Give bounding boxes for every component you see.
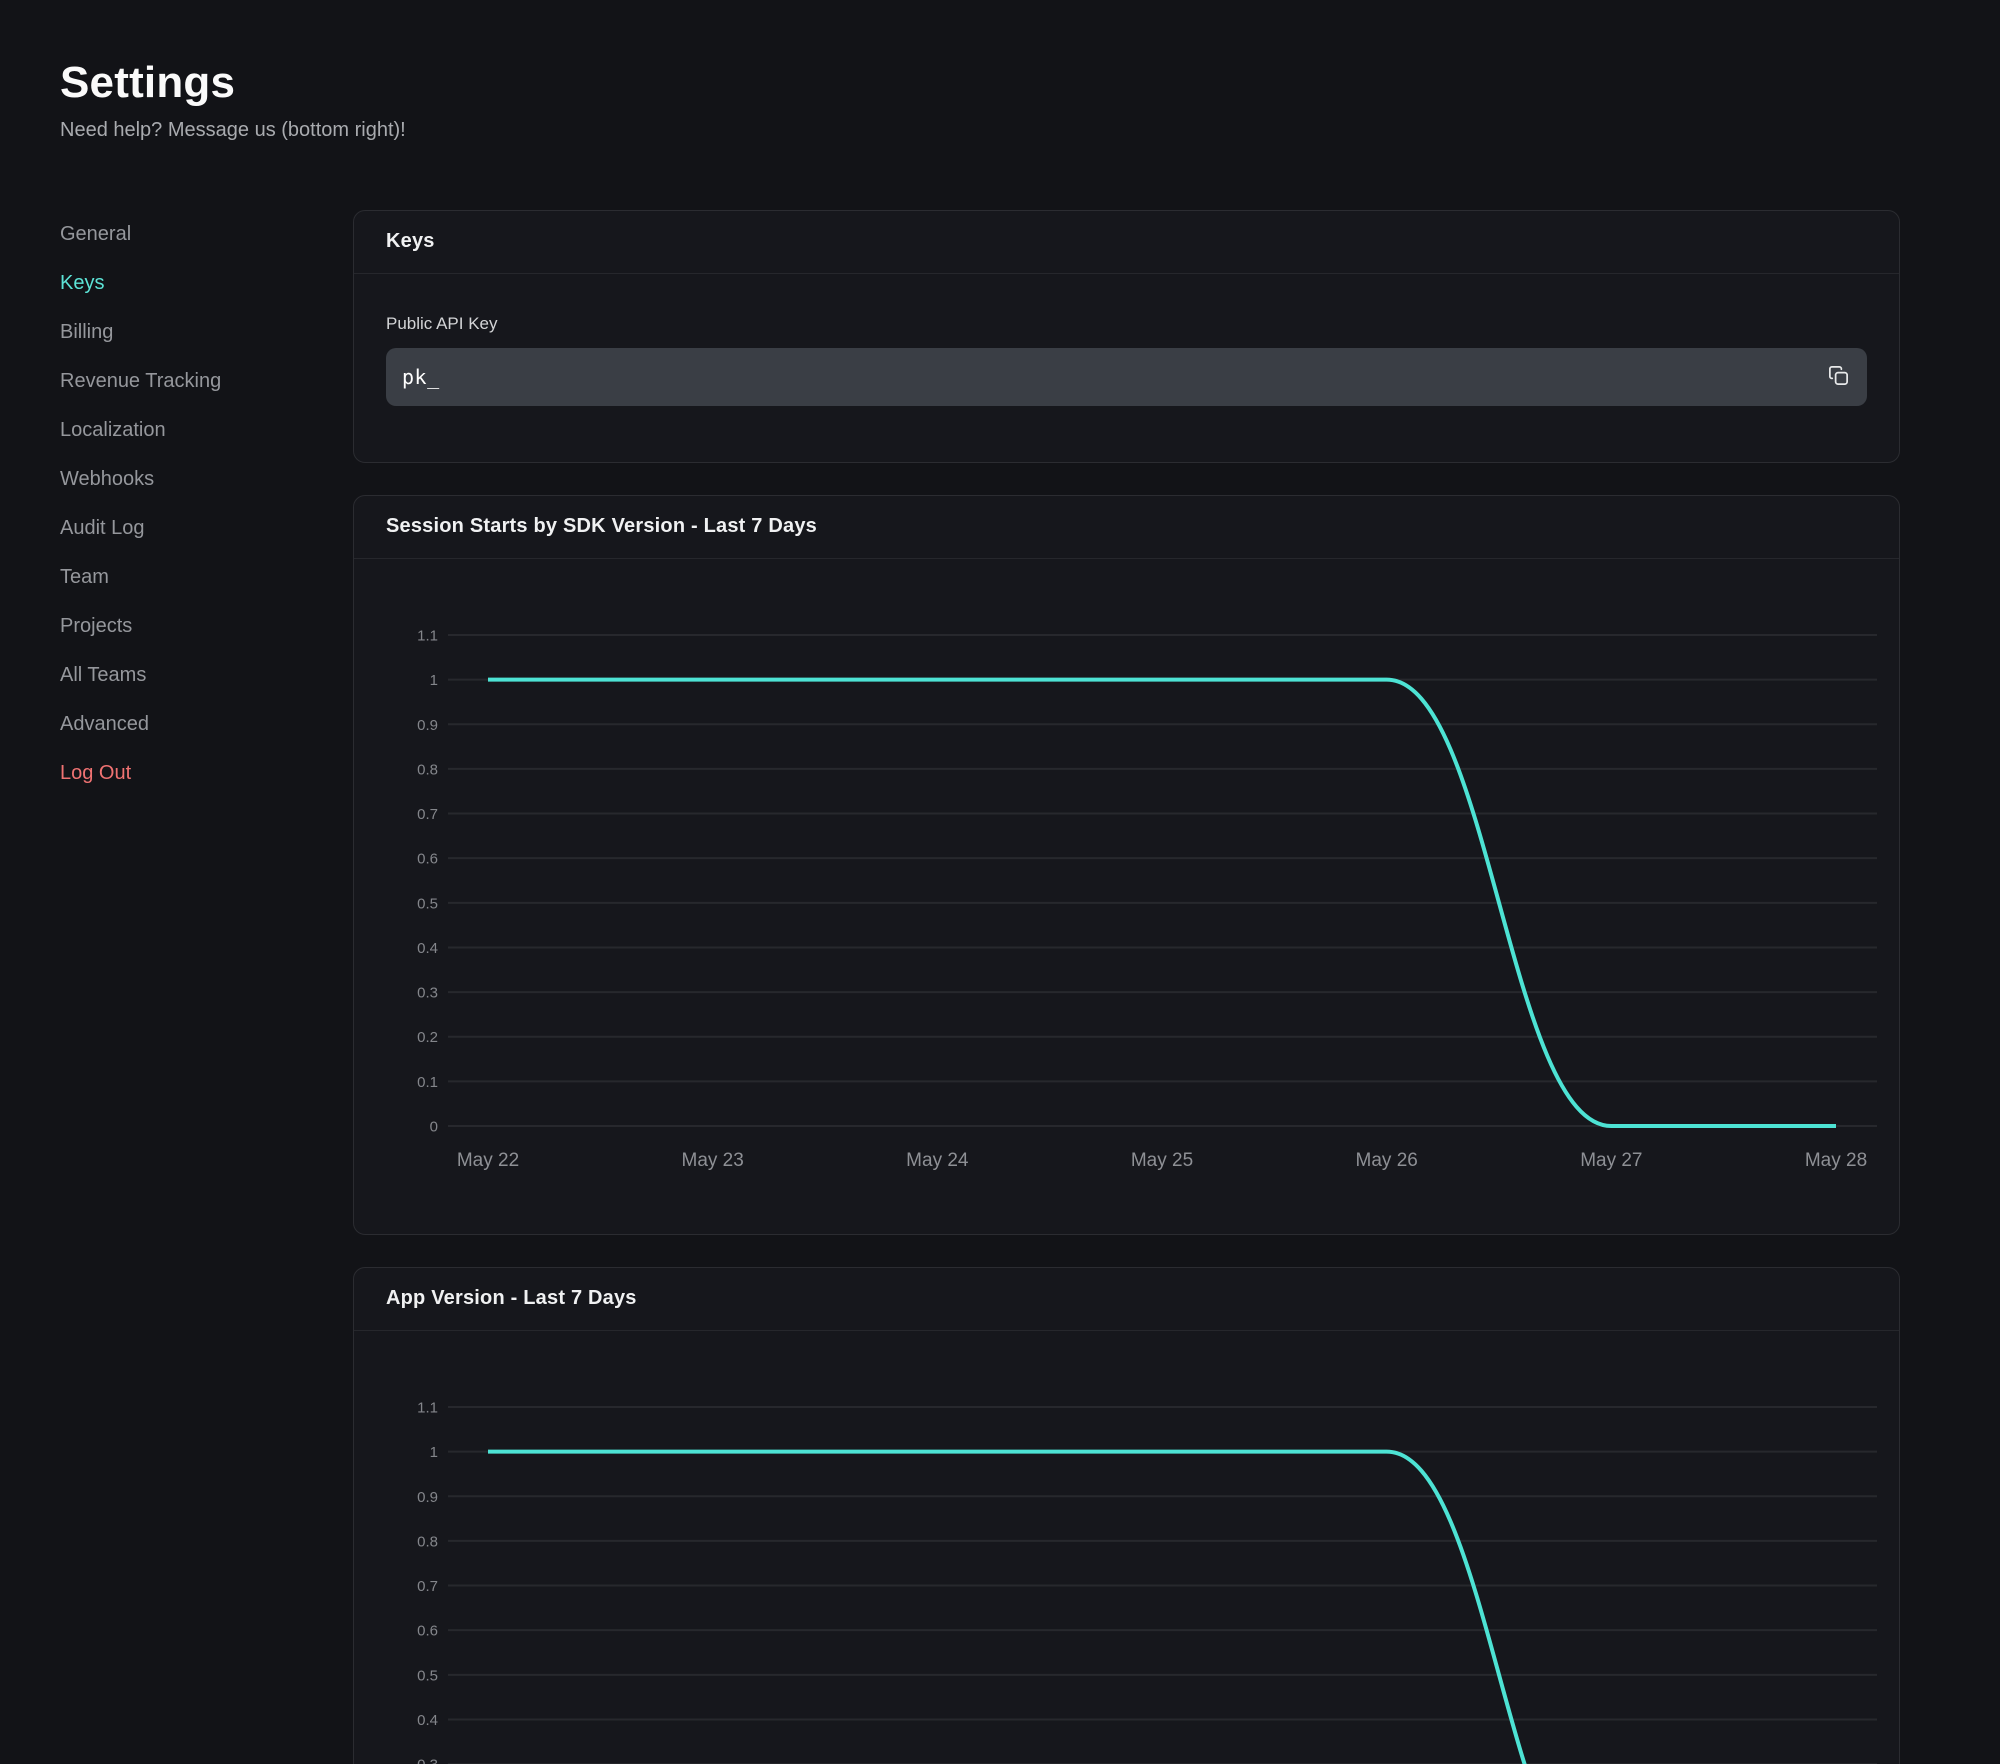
session-starts-line-chart: 0 0.1 0.2 0.3 0.4 0.5 0.6 0.7 0.8 0.9 1 1.1 May 22 Ma… bbox=[354, 559, 1900, 1235]
sidebar-item-billing[interactable]: Billing bbox=[60, 308, 353, 357]
svg-text:0.4: 0.4 bbox=[417, 940, 438, 957]
svg-text:0.3: 0.3 bbox=[417, 1756, 438, 1764]
session-starts-chart-card: Session Starts by SDK Version - Last 7 D… bbox=[353, 495, 1900, 1235]
svg-text:0.4: 0.4 bbox=[417, 1712, 438, 1729]
public-api-key-label: Public API Key bbox=[386, 314, 1867, 334]
svg-text:0.2: 0.2 bbox=[417, 1029, 438, 1046]
sidebar-item-general[interactable]: General bbox=[60, 210, 353, 259]
svg-text:0.1: 0.1 bbox=[417, 1073, 438, 1090]
svg-text:0.8: 0.8 bbox=[417, 761, 438, 778]
sidebar-item-projects[interactable]: Projects bbox=[60, 602, 353, 651]
svg-text:0.5: 0.5 bbox=[417, 1667, 438, 1684]
svg-text:0.6: 0.6 bbox=[417, 850, 438, 867]
settings-main: Keys Public API Key pk_ bbox=[353, 210, 1900, 1764]
sidebar-item-log-out[interactable]: Log Out bbox=[60, 749, 353, 798]
page-subtitle: Need help? Message us (bottom right)! bbox=[60, 119, 2000, 142]
svg-text:0.6: 0.6 bbox=[417, 1622, 438, 1639]
app-version-chart-body: 00.10.20.30.40.50.60.70.80.911.1May 22Ma… bbox=[354, 1331, 1899, 1764]
sidebar-item-revenue-tracking[interactable]: Revenue Tracking bbox=[60, 357, 353, 406]
session-starts-chart-header: Session Starts by SDK Version - Last 7 D… bbox=[354, 496, 1899, 559]
svg-text:1: 1 bbox=[430, 672, 438, 689]
svg-text:1.1: 1.1 bbox=[417, 1399, 438, 1416]
sidebar-item-all-teams[interactable]: All Teams bbox=[60, 651, 353, 700]
sidebar-item-keys[interactable]: Keys bbox=[60, 259, 353, 308]
sidebar-item-webhooks[interactable]: Webhooks bbox=[60, 455, 353, 504]
content-layout: General Keys Billing Revenue Tracking Lo… bbox=[0, 210, 2000, 1764]
sidebar-item-localization[interactable]: Localization bbox=[60, 406, 353, 455]
svg-text:0.5: 0.5 bbox=[417, 895, 438, 912]
keys-card-title: Keys bbox=[386, 230, 435, 253]
svg-text:1: 1 bbox=[430, 1444, 438, 1461]
public-api-key-field[interactable]: pk_ bbox=[386, 348, 1867, 406]
keys-card: Keys Public API Key pk_ bbox=[353, 210, 1900, 463]
svg-text:May 26: May 26 bbox=[1356, 1150, 1418, 1171]
svg-text:May 22: May 22 bbox=[457, 1150, 519, 1171]
keys-card-header: Keys bbox=[354, 211, 1899, 274]
svg-text:0.9: 0.9 bbox=[417, 716, 438, 733]
svg-text:May 27: May 27 bbox=[1580, 1150, 1642, 1171]
svg-text:0: 0 bbox=[430, 1118, 438, 1135]
sidebar-item-advanced[interactable]: Advanced bbox=[60, 700, 353, 749]
svg-text:1.1: 1.1 bbox=[417, 627, 438, 644]
svg-text:May 28: May 28 bbox=[1805, 1150, 1867, 1171]
public-api-key-value: pk_ bbox=[386, 365, 440, 389]
sidebar-item-team[interactable]: Team bbox=[60, 553, 353, 602]
session-starts-chart-body: 0 0.1 0.2 0.3 0.4 0.5 0.6 0.7 0.8 0.9 1 1.1 May 22 Ma… bbox=[354, 559, 1899, 1235]
app-version-chart-header: App Version - Last 7 Days bbox=[354, 1268, 1899, 1331]
app-version-chart-card: App Version - Last 7 Days 00.10.20.30.40… bbox=[353, 1267, 1900, 1764]
svg-text:0.7: 0.7 bbox=[417, 806, 438, 823]
session-starts-chart-title: Session Starts by SDK Version - Last 7 D… bbox=[386, 515, 817, 538]
svg-text:May 24: May 24 bbox=[906, 1150, 969, 1171]
settings-page: Settings Need help? Message us (bottom r… bbox=[0, 0, 2000, 1764]
sidebar-item-audit-log[interactable]: Audit Log bbox=[60, 504, 353, 553]
svg-text:0.9: 0.9 bbox=[417, 1488, 438, 1505]
page-header: Settings Need help? Message us (bottom r… bbox=[0, 0, 2000, 142]
page-title: Settings bbox=[60, 58, 2000, 109]
settings-sidebar: General Keys Billing Revenue Tracking Lo… bbox=[0, 210, 353, 1764]
copy-api-key-button[interactable] bbox=[1823, 362, 1853, 392]
app-version-line-chart: 00.10.20.30.40.50.60.70.80.911.1May 22Ma… bbox=[354, 1331, 1900, 1764]
svg-text:0.3: 0.3 bbox=[417, 984, 438, 1001]
svg-text:May 23: May 23 bbox=[682, 1150, 744, 1171]
svg-text:0.7: 0.7 bbox=[417, 1578, 438, 1595]
app-version-chart-title: App Version - Last 7 Days bbox=[386, 1287, 637, 1310]
copy-icon bbox=[1827, 364, 1850, 390]
svg-text:May 25: May 25 bbox=[1131, 1150, 1193, 1171]
keys-card-body: Public API Key pk_ bbox=[354, 274, 1899, 462]
svg-text:0.8: 0.8 bbox=[417, 1533, 438, 1550]
